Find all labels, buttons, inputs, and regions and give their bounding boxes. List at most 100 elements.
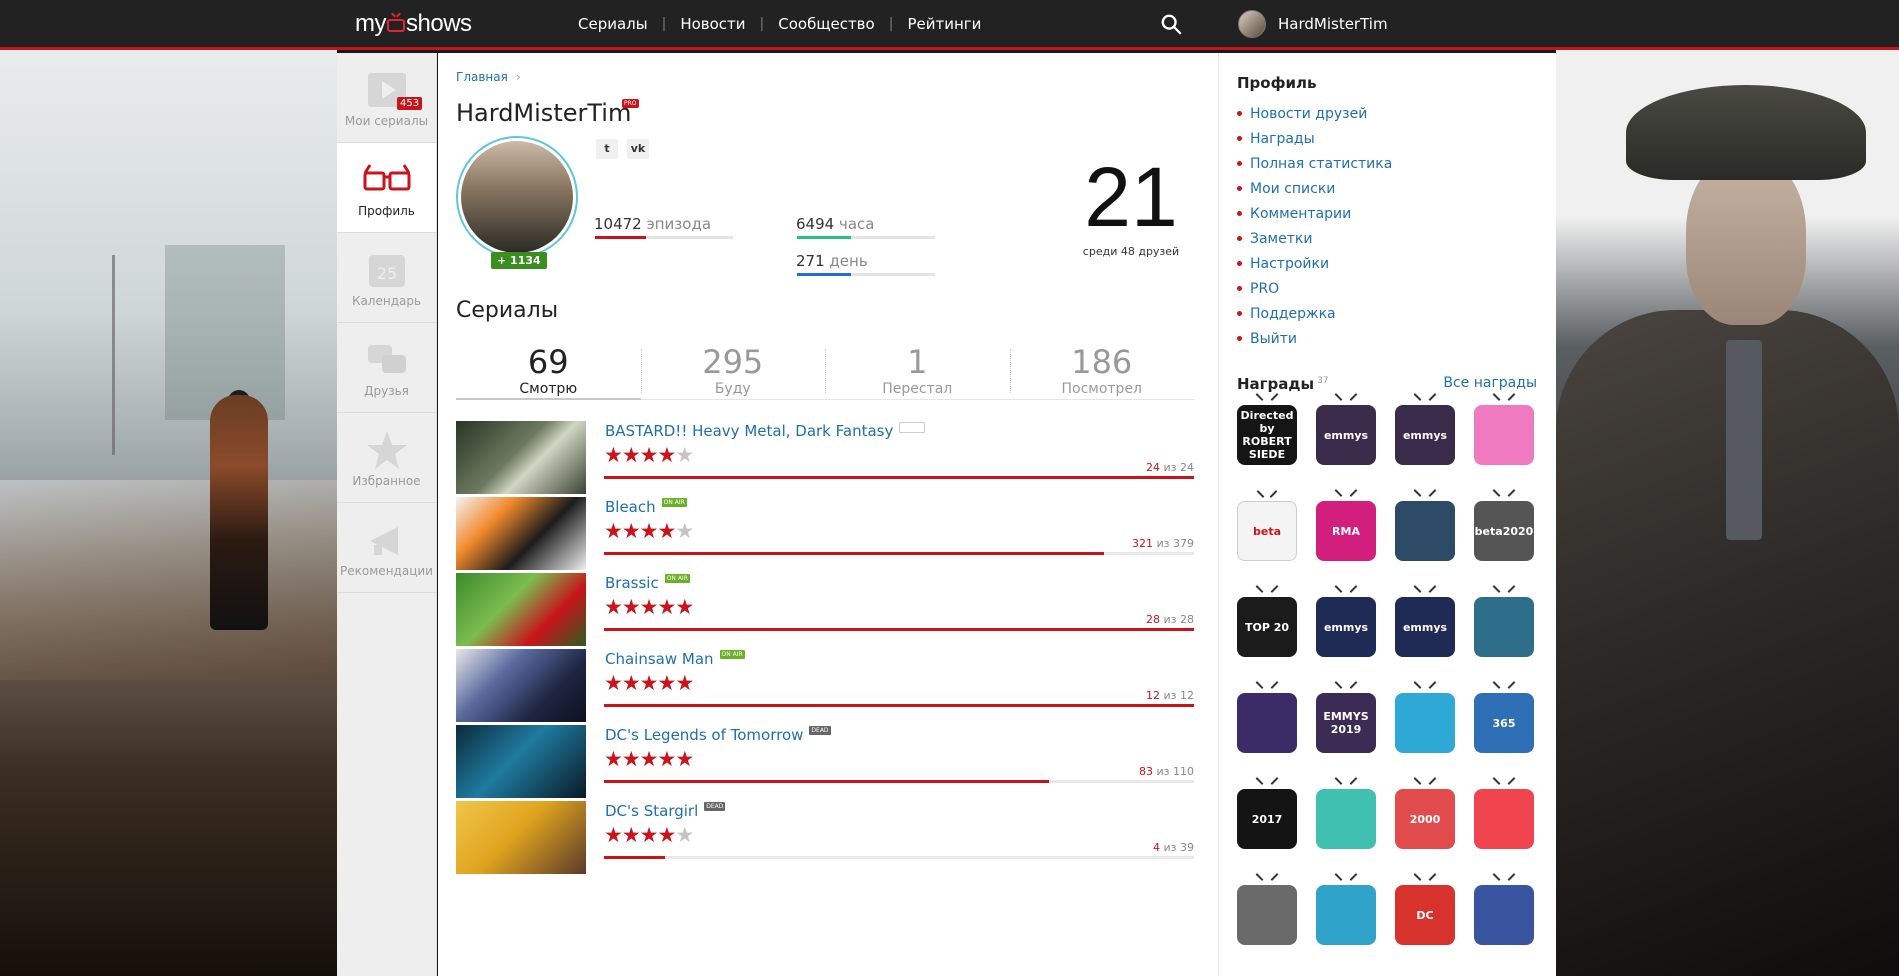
- star-icon[interactable]: ★: [604, 747, 623, 771]
- nav-link-ratings[interactable]: Рейтинги: [907, 15, 981, 33]
- award-badge[interactable]: [1316, 885, 1376, 945]
- award-badge[interactable]: beta: [1237, 501, 1297, 561]
- rating-stars[interactable]: ★★★★★: [604, 823, 694, 847]
- sidebar-item-calendar[interactable]: 25 Календарь: [337, 233, 436, 323]
- series-row[interactable]: Bleach ON AIR ★★★★★ 321 из 379: [456, 497, 1194, 573]
- star-icon[interactable]: ★: [640, 823, 659, 847]
- profile-avatar[interactable]: [456, 136, 578, 258]
- star-icon[interactable]: ★: [657, 747, 676, 771]
- award-badge[interactable]: [1237, 885, 1297, 945]
- star-icon[interactable]: ★: [604, 443, 623, 467]
- nav-link-community[interactable]: Сообщество: [778, 15, 874, 33]
- star-icon[interactable]: ★: [640, 443, 659, 467]
- series-row[interactable]: DC's Stargirl DEAD ★★★★★ 4 из 39: [456, 801, 1194, 877]
- sidebar-item-friends[interactable]: Друзья: [337, 323, 436, 413]
- breadcrumb-home-link[interactable]: Главная: [456, 70, 508, 84]
- award-badge[interactable]: [1474, 885, 1534, 945]
- profile-menu-item[interactable]: Награды: [1237, 126, 1392, 151]
- star-icon[interactable]: ★: [640, 671, 659, 695]
- star-icon[interactable]: ★: [657, 671, 676, 695]
- award-badge[interactable]: [1395, 693, 1455, 753]
- all-awards-link[interactable]: Все награды: [1443, 375, 1537, 391]
- series-title-link[interactable]: Bleach: [605, 498, 656, 516]
- star-icon[interactable]: ★: [675, 823, 694, 847]
- star-icon[interactable]: ★: [622, 823, 641, 847]
- search-icon[interactable]: [1160, 13, 1182, 35]
- profile-menu-item[interactable]: Настройки: [1237, 251, 1392, 276]
- award-badge[interactable]: emmys: [1395, 405, 1455, 465]
- star-icon[interactable]: ★: [675, 747, 694, 771]
- award-badge[interactable]: EMMYS 2019: [1316, 693, 1376, 753]
- award-badge[interactable]: Directed by ROBERT SIEDE: [1237, 405, 1297, 465]
- profile-menu-item[interactable]: Полная статистика: [1237, 151, 1392, 176]
- series-row[interactable]: Chainsaw Man ON AIR ★★★★★ 12 из 12: [456, 649, 1194, 725]
- series-poster[interactable]: [456, 801, 586, 874]
- profile-menu-item[interactable]: PRO: [1237, 276, 1392, 301]
- profile-menu-item[interactable]: Комментарии: [1237, 201, 1392, 226]
- series-poster[interactable]: [456, 497, 586, 570]
- star-icon[interactable]: ★: [622, 595, 641, 619]
- award-badge[interactable]: DC: [1395, 885, 1455, 945]
- tab-stopped[interactable]: 1 Перестал: [825, 343, 1010, 399]
- series-poster[interactable]: [456, 421, 586, 494]
- star-icon[interactable]: ★: [657, 823, 676, 847]
- series-poster[interactable]: [456, 725, 586, 798]
- rating-stars[interactable]: ★★★★★: [604, 671, 694, 695]
- nav-link-news[interactable]: Новости: [680, 15, 745, 33]
- star-icon[interactable]: ★: [675, 443, 694, 467]
- star-icon[interactable]: ★: [622, 747, 641, 771]
- star-icon[interactable]: ★: [604, 519, 623, 543]
- tab-watching[interactable]: 69 Смотрю: [456, 343, 641, 400]
- sidebar-item-profile[interactable]: Профиль: [337, 143, 436, 233]
- sidebar-item-recommendations[interactable]: Рекомендации: [337, 503, 436, 593]
- user-menu[interactable]: HardMisterTim: [1238, 10, 1388, 38]
- star-icon[interactable]: ★: [604, 671, 623, 695]
- star-icon[interactable]: ★: [640, 519, 659, 543]
- profile-menu-item[interactable]: Новости друзей: [1237, 101, 1392, 126]
- award-badge[interactable]: [1474, 597, 1534, 657]
- tab-watched[interactable]: 186 Посмотрел: [1009, 343, 1195, 399]
- vk-icon[interactable]: vk: [627, 139, 649, 159]
- award-badge[interactable]: [1395, 501, 1455, 561]
- star-icon[interactable]: ★: [675, 519, 694, 543]
- series-row[interactable]: BASTARD!! Heavy Metal, Dark Fantasy PAUSE…: [456, 421, 1194, 497]
- series-title-link[interactable]: Chainsaw Man: [605, 650, 714, 668]
- star-icon[interactable]: ★: [675, 595, 694, 619]
- tab-will-watch[interactable]: 295 Буду: [640, 343, 826, 399]
- star-icon[interactable]: ★: [604, 595, 623, 619]
- award-badge[interactable]: 2000: [1395, 789, 1455, 849]
- series-title-link[interactable]: BASTARD!! Heavy Metal, Dark Fantasy: [605, 422, 893, 440]
- series-title-link[interactable]: DC's Legends of Tomorrow: [605, 726, 803, 744]
- series-row[interactable]: DC's Legends of Tomorrow DEAD ★★★★★ 83 из…: [456, 725, 1194, 801]
- sidebar-item-favorites[interactable]: Избранное: [337, 413, 436, 503]
- award-badge[interactable]: emmys: [1316, 405, 1376, 465]
- series-row[interactable]: Brassic ON AIR ★★★★★ 28 из 28: [456, 573, 1194, 649]
- award-badge[interactable]: TOP 20: [1237, 597, 1297, 657]
- award-badge[interactable]: [1316, 789, 1376, 849]
- award-badge[interactable]: [1237, 693, 1297, 753]
- star-icon[interactable]: ★: [640, 595, 659, 619]
- star-icon[interactable]: ★: [657, 595, 676, 619]
- profile-menu-item[interactable]: Выйти: [1237, 326, 1392, 351]
- star-icon[interactable]: ★: [622, 443, 641, 467]
- award-badge[interactable]: 365: [1474, 693, 1534, 753]
- award-badge[interactable]: [1474, 789, 1534, 849]
- series-poster[interactable]: [456, 573, 586, 646]
- nav-link-series[interactable]: Сериалы: [578, 15, 648, 33]
- star-icon[interactable]: ★: [604, 823, 623, 847]
- profile-menu-item[interactable]: Мои списки: [1237, 176, 1392, 201]
- award-badge[interactable]: emmys: [1316, 597, 1376, 657]
- star-icon[interactable]: ★: [622, 671, 641, 695]
- award-badge[interactable]: 2017: [1237, 789, 1297, 849]
- rating-stars[interactable]: ★★★★★: [604, 595, 694, 619]
- rating-stars[interactable]: ★★★★★: [604, 747, 694, 771]
- site-logo[interactable]: my shows: [355, 10, 472, 38]
- series-title-link[interactable]: Brassic: [605, 574, 659, 592]
- star-icon[interactable]: ★: [675, 671, 694, 695]
- award-badge[interactable]: [1474, 405, 1534, 465]
- star-icon[interactable]: ★: [657, 443, 676, 467]
- award-badge[interactable]: RMA: [1316, 501, 1376, 561]
- award-badge[interactable]: beta2020: [1474, 501, 1534, 561]
- series-title-link[interactable]: DC's Stargirl: [605, 802, 698, 820]
- profile-menu-item[interactable]: Поддержка: [1237, 301, 1392, 326]
